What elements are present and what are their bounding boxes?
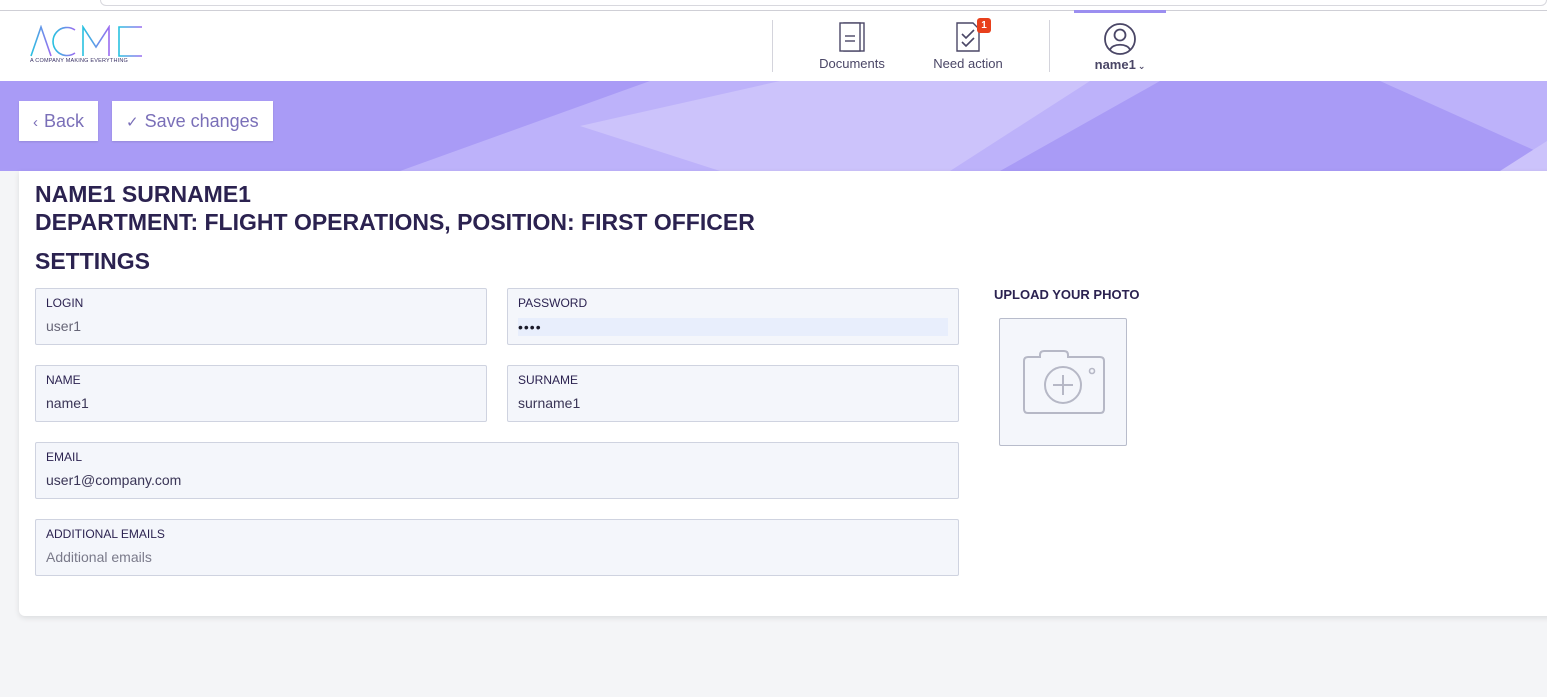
chevron-left-icon: ‹ bbox=[33, 114, 38, 131]
name-field[interactable]: NAME name1 bbox=[35, 365, 487, 422]
save-button-label: Save changes bbox=[144, 111, 259, 131]
password-field[interactable]: PASSWORD •••• bbox=[507, 288, 959, 345]
document-icon bbox=[837, 21, 867, 56]
surname-field[interactable]: SURNAME surname1 bbox=[507, 365, 959, 422]
upload-photo-label: UPLOAD YOUR PHOTO bbox=[994, 287, 1140, 302]
user-circle-icon bbox=[1103, 22, 1137, 61]
upload-photo-button[interactable] bbox=[999, 318, 1127, 446]
surname-label: SURNAME bbox=[518, 373, 579, 387]
email-field[interactable]: EMAIL user1@company.com bbox=[35, 442, 959, 499]
header-divider bbox=[772, 20, 773, 72]
check-icon: ✓ bbox=[126, 114, 139, 131]
page-banner: ‹ Back ✓ Save changes bbox=[0, 81, 1547, 171]
department-heading: DEPARTMENT: FLIGHT OPERATIONS, POSITION:… bbox=[35, 209, 755, 235]
user-name-label: name1 bbox=[1094, 57, 1136, 72]
password-label: PASSWORD bbox=[518, 296, 588, 310]
camera-add-icon bbox=[1023, 350, 1105, 414]
acme-logo[interactable]: A COMPANY MAKING EVERYTHING bbox=[30, 25, 150, 69]
surname-value: surname1 bbox=[518, 395, 581, 411]
name-label: NAME bbox=[46, 373, 81, 387]
login-label: LOGIN bbox=[46, 296, 84, 310]
save-changes-button[interactable]: ✓ Save changes bbox=[112, 101, 273, 141]
settings-heading: SETTINGS bbox=[35, 248, 151, 274]
login-field[interactable]: LOGIN user1 bbox=[35, 288, 487, 345]
additional-emails-field[interactable]: ADDITIONAL EMAILS Additional emails bbox=[35, 519, 959, 576]
name-value: name1 bbox=[46, 395, 89, 411]
browser-address-bar bbox=[100, 0, 1547, 6]
email-label: EMAIL bbox=[46, 450, 83, 464]
additional-emails-label: ADDITIONAL EMAILS bbox=[46, 527, 165, 541]
password-input[interactable]: •••• bbox=[518, 318, 948, 336]
need-action-badge: 1 bbox=[977, 18, 991, 33]
back-button[interactable]: ‹ Back bbox=[19, 101, 99, 141]
profile-card: NAME1 SURNAME1 DEPARTMENT: FLIGHT OPERAT… bbox=[19, 171, 1547, 616]
email-value: user1@company.com bbox=[46, 472, 182, 488]
password-value: •••• bbox=[518, 319, 542, 335]
additional-emails-placeholder: Additional emails bbox=[46, 549, 152, 565]
back-button-label: Back bbox=[44, 111, 85, 131]
nav-documents-label: Documents bbox=[819, 56, 885, 71]
acme-logo-mark bbox=[30, 25, 142, 57]
user-menu[interactable]: name1 ⌄ bbox=[1074, 10, 1166, 81]
logo-tagline: A COMPANY MAKING EVERYTHING bbox=[30, 58, 129, 64]
app-header: A COMPANY MAKING EVERYTHING Documents Ne… bbox=[0, 10, 1547, 81]
login-value: user1 bbox=[46, 318, 82, 334]
nav-need-action-label: Need action bbox=[933, 56, 1003, 71]
chevron-down-icon: ⌄ bbox=[1137, 61, 1146, 71]
nav-need-action[interactable]: Need action bbox=[925, 11, 1011, 81]
page-title: NAME1 SURNAME1 bbox=[35, 181, 251, 207]
nav-documents[interactable]: Documents bbox=[810, 11, 894, 81]
browser-top-strip bbox=[0, 0, 1547, 11]
header-divider bbox=[1049, 20, 1050, 72]
